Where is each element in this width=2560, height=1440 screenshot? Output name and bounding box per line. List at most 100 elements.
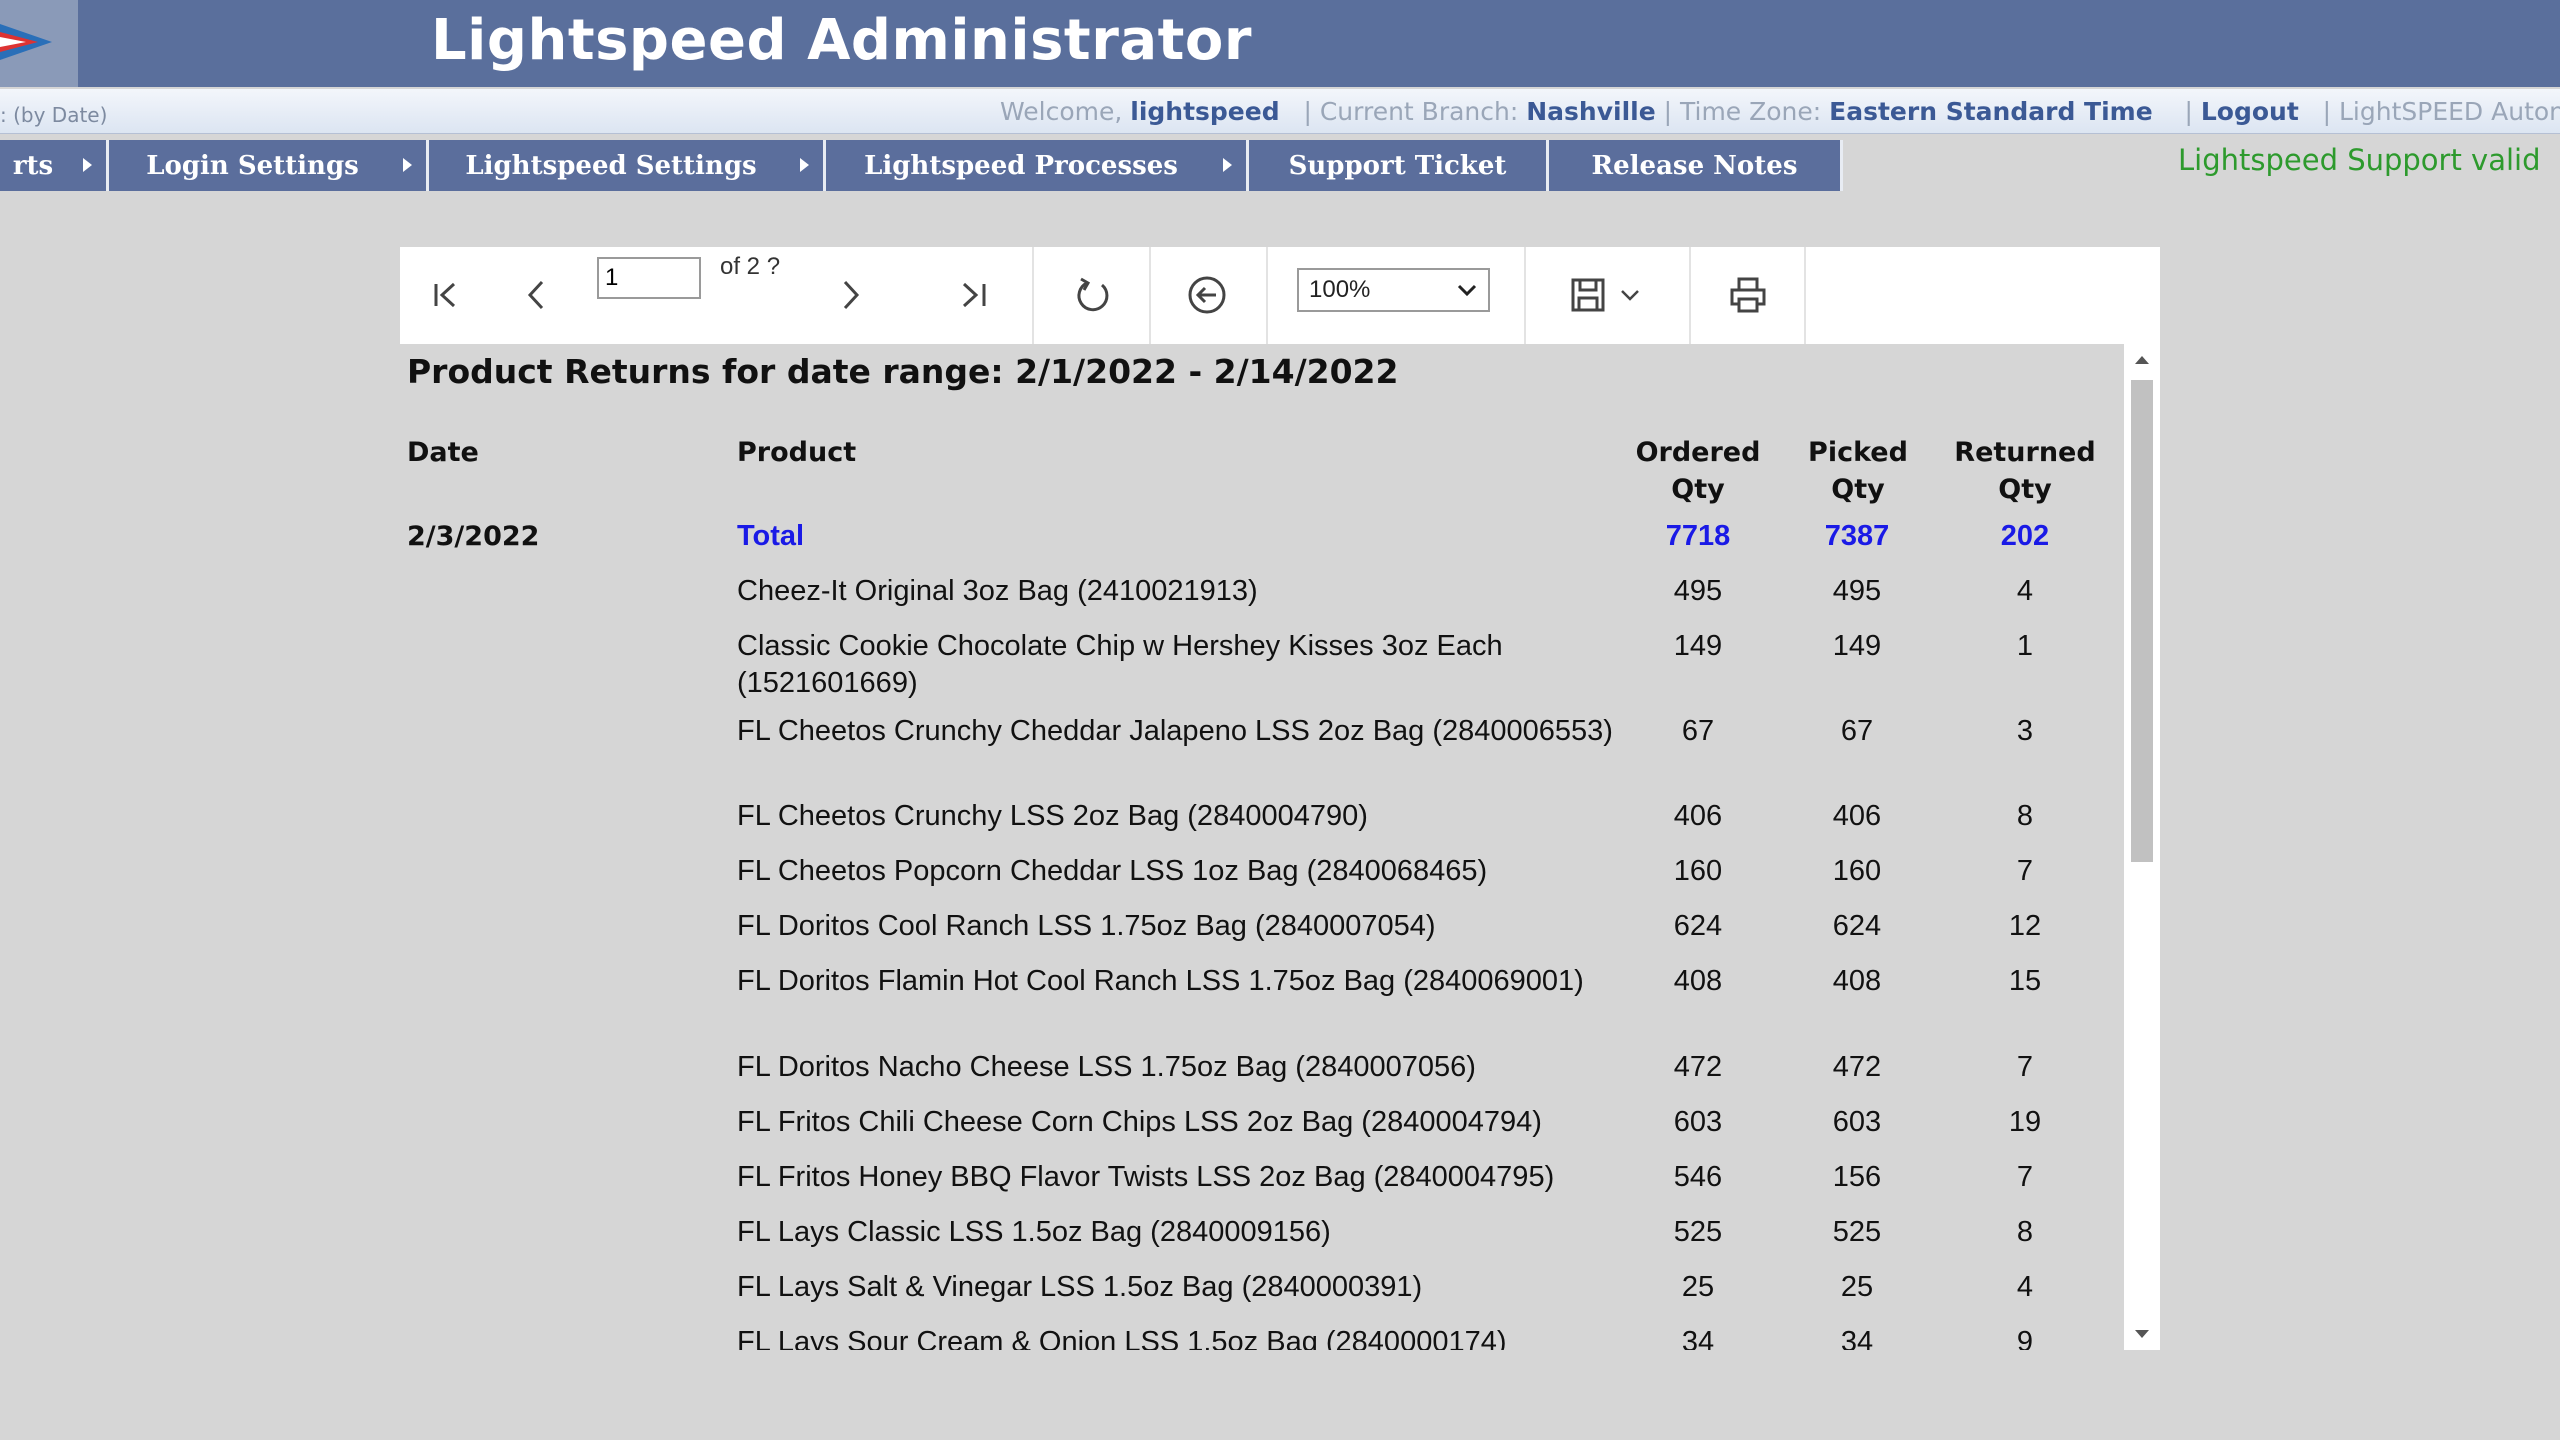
picked-qty: 603 bbox=[1832, 1106, 1882, 1138]
returned-qty: 8 bbox=[2016, 1216, 2034, 1248]
nav-item-support-ticket[interactable]: Support Ticket bbox=[1249, 140, 1549, 191]
picked-qty: 25 bbox=[1840, 1271, 1874, 1303]
total-label[interactable]: Total bbox=[737, 518, 804, 555]
toolbar-divider bbox=[1689, 247, 1691, 344]
chevron-right-icon bbox=[800, 158, 809, 172]
report-date: 2/3/2022 bbox=[407, 521, 540, 552]
next-page-icon[interactable] bbox=[827, 271, 875, 319]
total-picked-qty[interactable]: 7387 bbox=[1802, 518, 1912, 555]
picked-qty: 406 bbox=[1832, 800, 1882, 832]
chevron-right-icon bbox=[403, 158, 412, 172]
picked-qty: 67 bbox=[1840, 715, 1874, 747]
total-returned-qty[interactable]: 202 bbox=[1970, 518, 2080, 555]
scrollbar-thumb[interactable] bbox=[2131, 380, 2153, 862]
nav-item-label: Release Notes bbox=[1591, 150, 1798, 181]
picked-qty: 156 bbox=[1832, 1161, 1882, 1193]
scroll-up-icon[interactable] bbox=[2135, 356, 2149, 364]
picked-qty: 495 bbox=[1832, 575, 1882, 607]
scroll-down-icon[interactable] bbox=[2135, 1330, 2149, 1338]
zoom-value: 100% bbox=[1309, 276, 1371, 303]
returned-qty: 1 bbox=[2016, 630, 2034, 662]
nav-item-label: Login Settings bbox=[146, 150, 359, 181]
nav-item-label: Lightspeed Processes bbox=[864, 150, 1178, 181]
returned-qty: 3 bbox=[2016, 715, 2034, 747]
column-header-ordered-qty: Ordered Qty bbox=[1633, 434, 1763, 508]
toolbar-divider bbox=[1266, 247, 1268, 344]
last-page-icon[interactable] bbox=[950, 271, 998, 319]
refresh-icon[interactable] bbox=[1069, 271, 1117, 319]
product-name: FL Fritos Honey BBQ Flavor Twists LSS 2o… bbox=[737, 1161, 1555, 1193]
branch-value: Nashville bbox=[1526, 97, 1656, 126]
toolbar-divider bbox=[1032, 247, 1034, 344]
ordered-qty: 495 bbox=[1673, 575, 1723, 607]
report-toolbar: of 2 ? 100% bbox=[400, 247, 2160, 344]
total-ordered-qty[interactable]: 7718 bbox=[1643, 518, 1753, 555]
returned-qty: 7 bbox=[2016, 1051, 2034, 1083]
welcome-label: Welcome, bbox=[1000, 97, 1131, 126]
product-name: FL Lays Classic LSS 1.5oz Bag (284000915… bbox=[737, 1216, 1331, 1248]
returned-qty: 4 bbox=[2016, 1271, 2034, 1303]
nav-item-lightspeed-processes[interactable]: Lightspeed Processes bbox=[826, 140, 1249, 191]
ordered-qty: 67 bbox=[1681, 715, 1715, 747]
nav-item-lightspeed-settings[interactable]: Lightspeed Settings bbox=[429, 140, 826, 191]
nav-item-reports[interactable]: rts bbox=[0, 140, 109, 191]
returned-qty: 15 bbox=[2008, 965, 2042, 997]
picked-qty: 160 bbox=[1832, 855, 1882, 887]
user-info-bar: : (by Date) Welcome, lightspeed | Curren… bbox=[0, 89, 2560, 134]
ordered-qty: 406 bbox=[1673, 800, 1723, 832]
product-name: FL Cheetos Crunchy LSS 2oz Bag (28400047… bbox=[737, 800, 1368, 832]
toolbar-divider bbox=[1524, 247, 1526, 344]
page-number-input[interactable] bbox=[597, 257, 701, 299]
back-icon[interactable] bbox=[1183, 271, 1231, 319]
returned-qty: 19 bbox=[2008, 1106, 2042, 1138]
column-header-product: Product bbox=[737, 437, 857, 468]
first-page-icon[interactable] bbox=[422, 271, 470, 319]
chevron-down-icon[interactable] bbox=[1614, 279, 1646, 311]
ordered-qty: 472 bbox=[1673, 1051, 1723, 1083]
nav-item-login-settings[interactable]: Login Settings bbox=[109, 140, 429, 191]
column-header-line: Picked bbox=[1808, 437, 1908, 468]
timezone-label: | Time Zone: bbox=[1655, 97, 1830, 126]
zoom-select[interactable]: 100% bbox=[1297, 268, 1490, 312]
product-name: FL Cheetos Crunchy Cheddar Jalapeno LSS … bbox=[737, 715, 1613, 747]
column-header-line: Returned bbox=[1954, 437, 2096, 468]
ordered-qty: 160 bbox=[1673, 855, 1723, 887]
chevron-down-icon bbox=[1457, 284, 1477, 297]
picked-qty: 408 bbox=[1832, 965, 1882, 997]
nav-item-release-notes[interactable]: Release Notes bbox=[1549, 140, 1843, 191]
save-icon[interactable] bbox=[1564, 271, 1612, 319]
column-header-line: Ordered bbox=[1635, 437, 1761, 468]
report-viewer: of 2 ? 100% bbox=[400, 247, 2160, 1350]
product-name: Cheez-It Original 3oz Bag (2410021913) bbox=[737, 575, 1258, 607]
logo-icon[interactable] bbox=[0, 0, 78, 87]
returned-qty: 7 bbox=[2016, 1161, 2034, 1193]
ordered-qty: 603 bbox=[1673, 1106, 1723, 1138]
support-status: Lightspeed Support valid bbox=[2178, 143, 2541, 177]
page-count-label: of 2 ? bbox=[720, 253, 781, 280]
product-name: FL Fritos Chili Cheese Corn Chips LSS 2o… bbox=[737, 1106, 1542, 1138]
column-header-line: Qty bbox=[1671, 474, 1725, 505]
ordered-qty: 34 bbox=[1681, 1326, 1715, 1350]
product-name: FL Doritos Nacho Cheese LSS 1.75oz Bag (… bbox=[737, 1051, 1476, 1083]
ordered-qty: 408 bbox=[1673, 965, 1723, 997]
toolbar-divider bbox=[1149, 247, 1151, 344]
previous-page-icon[interactable] bbox=[512, 271, 560, 319]
report-title: Product Returns for date range: 2/1/2022… bbox=[407, 352, 1399, 391]
branch-label: | Current Branch: bbox=[1303, 97, 1527, 126]
nav-item-label: Lightspeed Settings bbox=[465, 150, 757, 181]
ordered-qty: 149 bbox=[1673, 630, 1723, 662]
app-title: Lightspeed Administrator bbox=[431, 8, 1252, 73]
logout-link[interactable]: Logout bbox=[2201, 97, 2299, 126]
picked-qty: 472 bbox=[1832, 1051, 1882, 1083]
vertical-scrollbar[interactable] bbox=[2124, 344, 2160, 1350]
timezone-value: Eastern Standard Time bbox=[1829, 97, 2153, 126]
returned-qty: 12 bbox=[2008, 910, 2042, 942]
returned-qty: 4 bbox=[2016, 575, 2034, 607]
column-header-line: Qty bbox=[1998, 474, 2052, 505]
column-header-picked-qty: Picked Qty bbox=[1793, 434, 1923, 508]
ordered-qty: 546 bbox=[1673, 1161, 1723, 1193]
chevron-right-icon bbox=[83, 158, 92, 172]
print-icon[interactable] bbox=[1724, 271, 1772, 319]
report-content: Product Returns for date range: 2/1/2022… bbox=[400, 344, 2124, 1350]
ordered-qty: 624 bbox=[1673, 910, 1723, 942]
